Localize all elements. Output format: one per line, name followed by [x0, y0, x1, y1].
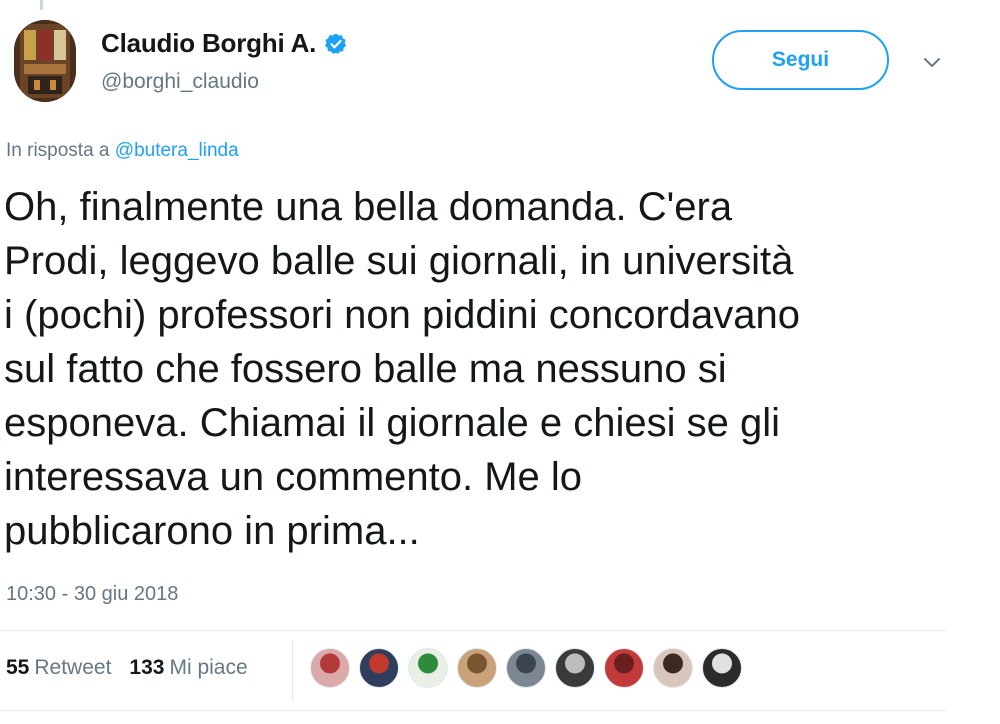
tweet-text-line: interessava un commento. Me lo: [4, 455, 583, 499]
liker-avatar[interactable]: [506, 648, 546, 688]
reply-context: In risposta a @butera_linda: [6, 140, 239, 162]
tweet-stats: 55 Retweet 133 Mi piace: [6, 656, 266, 680]
author-display-name[interactable]: Claudio Borghi A.: [101, 28, 316, 59]
liker-avatar[interactable]: [653, 648, 693, 688]
tweet-text-line: Oh, finalmente una bella domanda. C'era: [4, 185, 733, 229]
divider: [0, 630, 946, 631]
tweet-text-line: pubblicarono in prima...: [4, 509, 420, 553]
liker-avatar[interactable]: [555, 648, 595, 688]
tweet-text: Oh, finalmente una bella domanda. C'era …: [4, 180, 994, 558]
liker-avatar[interactable]: [359, 648, 399, 688]
liker-avatar[interactable]: [457, 648, 497, 688]
retweets-label: Retweet: [34, 656, 112, 679]
verified-badge-icon: [324, 32, 348, 56]
thread-connector: [40, 0, 43, 10]
divider: [0, 710, 946, 711]
liker-avatar[interactable]: [702, 648, 742, 688]
tweet-text-line: sul fatto che fossero balle ma nessuno s…: [4, 347, 727, 391]
liker-avatar[interactable]: [310, 648, 350, 688]
likes-count: 133: [129, 656, 165, 679]
likes-stat[interactable]: 133 Mi piace: [129, 656, 247, 680]
author-avatar[interactable]: [14, 20, 76, 102]
author-name-row[interactable]: Claudio Borghi A.: [101, 28, 348, 59]
tweet-timestamp[interactable]: 10:30 - 30 giu 2018: [6, 583, 178, 606]
stats-separator: [292, 640, 293, 702]
liker-avatar[interactable]: [604, 648, 644, 688]
retweets-count: 55: [6, 656, 30, 679]
liked-by-avatars: [310, 648, 751, 688]
tweet-text-line: esponeva. Chiamai il giornale e chiesi s…: [4, 401, 780, 445]
tweet-text-line: i (pochi) professori non piddini concord…: [4, 293, 801, 337]
author-handle[interactable]: @borghi_claudio: [101, 70, 259, 94]
liker-avatar[interactable]: [408, 648, 448, 688]
chevron-down-icon[interactable]: [918, 48, 946, 76]
tweet-text-line: Prodi, leggevo balle sui giornali, in un…: [4, 239, 794, 283]
profile-picture: [14, 20, 76, 102]
likes-label: Mi piace: [169, 656, 248, 679]
retweets-stat[interactable]: 55 Retweet: [6, 656, 111, 680]
follow-button[interactable]: Segui: [712, 30, 889, 90]
reply-prefix: In risposta a: [6, 140, 110, 161]
reply-mention-link[interactable]: @butera_linda: [115, 140, 239, 161]
